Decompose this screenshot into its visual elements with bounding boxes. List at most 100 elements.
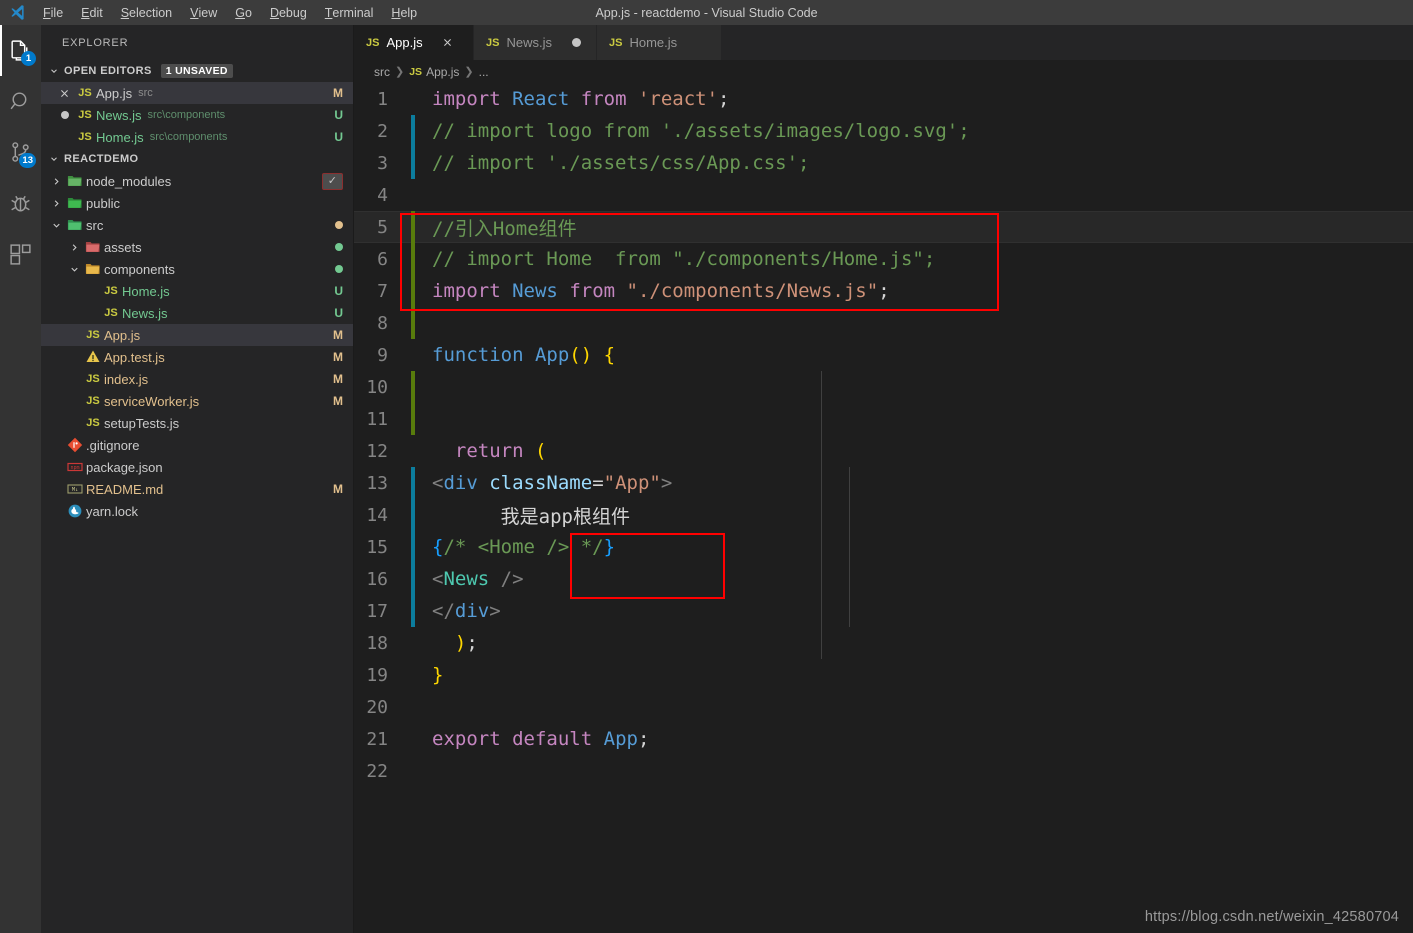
menu-file[interactable]: File xyxy=(34,0,72,25)
chevron-right-icon[interactable] xyxy=(49,198,64,209)
code-line[interactable]: 21 export default App; xyxy=(354,723,1413,755)
code-line[interactable]: 20 xyxy=(354,691,1413,723)
tree-item-components[interactable]: components xyxy=(41,258,353,280)
menu-debug[interactable]: Debug xyxy=(261,0,316,25)
line-number: 7 xyxy=(377,280,388,302)
breadcrumb-item-file[interactable]: JS App.js xyxy=(409,65,459,79)
code-line[interactable]: 2 // import logo from './assets/images/lo… xyxy=(354,115,1413,147)
code-line[interactable]: 13 <div className="App"> xyxy=(354,467,1413,499)
tab-news-js[interactable]: JS News.js xyxy=(474,25,597,60)
unsaved-dot-icon[interactable] xyxy=(569,35,585,51)
code-line[interactable]: 7 import News from "./components/News.js"… xyxy=(354,275,1413,307)
tree-item-label: Home.js xyxy=(122,283,170,299)
unsaved-dot-icon[interactable] xyxy=(55,111,74,119)
activitybar-item-explorer[interactable]: 1 xyxy=(0,25,41,76)
tree-item-assets[interactable]: assets xyxy=(41,236,353,258)
code-line[interactable]: 12 return ( xyxy=(354,435,1413,467)
line-number: 1 xyxy=(377,88,388,110)
breadcrumb-item-symbol[interactable]: ... xyxy=(479,65,489,79)
line-number: 11 xyxy=(366,408,388,430)
tree-item-setuptests-js[interactable]: JS setupTests.js xyxy=(41,412,353,434)
tab-home-js[interactable]: JS Home.js xyxy=(596,25,723,60)
menu-help[interactable]: Help xyxy=(382,0,426,25)
debug-icon xyxy=(8,191,33,216)
code-line[interactable]: 4 xyxy=(354,179,1413,211)
open-editor-item-home-js[interactable]: JS Home.js src\components U xyxy=(41,126,353,148)
open-editor-item-news-js[interactable]: JS News.js src\components U xyxy=(41,104,353,126)
chevron-down-icon[interactable] xyxy=(49,220,64,231)
tree-item-public[interactable]: public xyxy=(41,192,353,214)
file-tree: node_modules ✓ public src assets components JS… xyxy=(41,170,353,522)
code-line[interactable]: 14 我是app根组件 xyxy=(354,499,1413,531)
activitybar-item-debug[interactable] xyxy=(0,178,41,229)
code-line[interactable]: 11 xyxy=(354,403,1413,435)
code-line[interactable]: 18 ); xyxy=(354,627,1413,659)
gutter-change-marker-added xyxy=(411,371,415,403)
tree-item-label: assets xyxy=(104,239,142,255)
tree-item-app-js[interactable]: JS App.js M xyxy=(41,324,353,346)
section-open-editors[interactable]: OPEN EDITORS 1 UNSAVED xyxy=(41,60,353,82)
open-editor-item-app-js[interactable]: JS App.js src M xyxy=(41,82,353,104)
breadcrumb-item-src[interactable]: src xyxy=(374,65,390,79)
chevron-right-icon[interactable] xyxy=(67,242,82,253)
activitybar-item-search[interactable] xyxy=(0,76,41,127)
folder-src-icon xyxy=(64,217,86,233)
code-text: // import Home from "./components/Home.j… xyxy=(432,248,936,270)
tree-item-news-js[interactable]: JS News.js U xyxy=(41,302,353,324)
explorer-badge: 1 xyxy=(21,51,36,66)
line-number: 12 xyxy=(366,440,388,462)
tree-item-readme-md[interactable]: M↓ README.md M xyxy=(41,478,353,500)
code-text: ); xyxy=(454,632,478,654)
chevron-right-icon[interactable] xyxy=(49,176,64,187)
tree-item-index-js[interactable]: JS index.js M xyxy=(41,368,353,390)
close-icon[interactable] xyxy=(55,88,74,99)
tree-item-label: node_modules xyxy=(86,173,172,189)
tree-item-src[interactable]: src xyxy=(41,214,353,236)
line-number: 17 xyxy=(366,600,388,622)
code-line[interactable]: 8 xyxy=(354,307,1413,339)
code-text: return ( xyxy=(454,440,547,462)
code-line[interactable]: 6 // import Home from "./components/Home.… xyxy=(354,243,1413,275)
code-text: <div className="App"> xyxy=(432,472,673,494)
tab-app-js[interactable]: JS App.js xyxy=(354,25,474,60)
git-file-icon xyxy=(64,437,86,453)
chevron-down-icon[interactable] xyxy=(67,264,82,275)
tree-item-yarn-lock[interactable]: yarn.lock xyxy=(41,500,353,522)
tree-item-label: src xyxy=(86,217,104,233)
activitybar-item-source-control[interactable]: 13 xyxy=(0,127,41,178)
close-icon[interactable] xyxy=(440,35,456,51)
code-line[interactable]: 16 <News /> xyxy=(354,563,1413,595)
code-line[interactable]: 3 // import './assets/css/App.css'; xyxy=(354,147,1413,179)
code-line[interactable]: 5 //引入Home组件 xyxy=(354,211,1413,243)
code-line[interactable]: 19} xyxy=(354,659,1413,691)
tree-item-app-test-js[interactable]: App.test.js M xyxy=(41,346,353,368)
menu-bar[interactable]: File Edit Selection View Go Debug Termin… xyxy=(34,0,426,25)
tree-item-node-modules[interactable]: node_modules ✓ xyxy=(41,170,353,192)
chevron-down-icon xyxy=(47,64,61,78)
menu-go[interactable]: Go xyxy=(226,0,261,25)
code-line[interactable]: 1 import React from 'react'; xyxy=(354,83,1413,115)
open-editors-label: OPEN EDITORS xyxy=(64,65,152,77)
menu-view[interactable]: View xyxy=(181,0,226,25)
code-line[interactable]: 10 xyxy=(354,371,1413,403)
code-line[interactable]: 15 {/* <Home /> */} xyxy=(354,531,1413,563)
tree-item-home-js[interactable]: JS Home.js U xyxy=(41,280,353,302)
tree-item-change-dot xyxy=(335,265,343,273)
code-line[interactable]: 22 xyxy=(354,755,1413,787)
section-reactdemo[interactable]: REACTDEMO xyxy=(41,148,353,170)
js-file-icon: JS xyxy=(409,65,423,78)
activitybar-item-extensions[interactable] xyxy=(0,229,41,280)
tree-item--gitignore[interactable]: .gitignore xyxy=(41,434,353,456)
code-text: function App() { xyxy=(432,344,616,366)
menu-terminal[interactable]: Terminal xyxy=(316,0,383,25)
code-line[interactable]: 9 function App() { xyxy=(354,339,1413,371)
menu-selection[interactable]: Selection xyxy=(112,0,181,25)
menu-edit[interactable]: Edit xyxy=(72,0,112,25)
tree-item-package-json[interactable]: npm package.json xyxy=(41,456,353,478)
tree-item-serviceworker-js[interactable]: JS serviceWorker.js M xyxy=(41,390,353,412)
tree-item-label: README.md xyxy=(86,481,164,497)
code-editor[interactable]: 1 import React from 'react'; 2 // import lo… xyxy=(354,83,1413,933)
code-line[interactable]: 17 </div> xyxy=(354,595,1413,627)
menu-view-rest: iew xyxy=(198,5,218,20)
yarn-file-icon xyxy=(64,503,86,519)
